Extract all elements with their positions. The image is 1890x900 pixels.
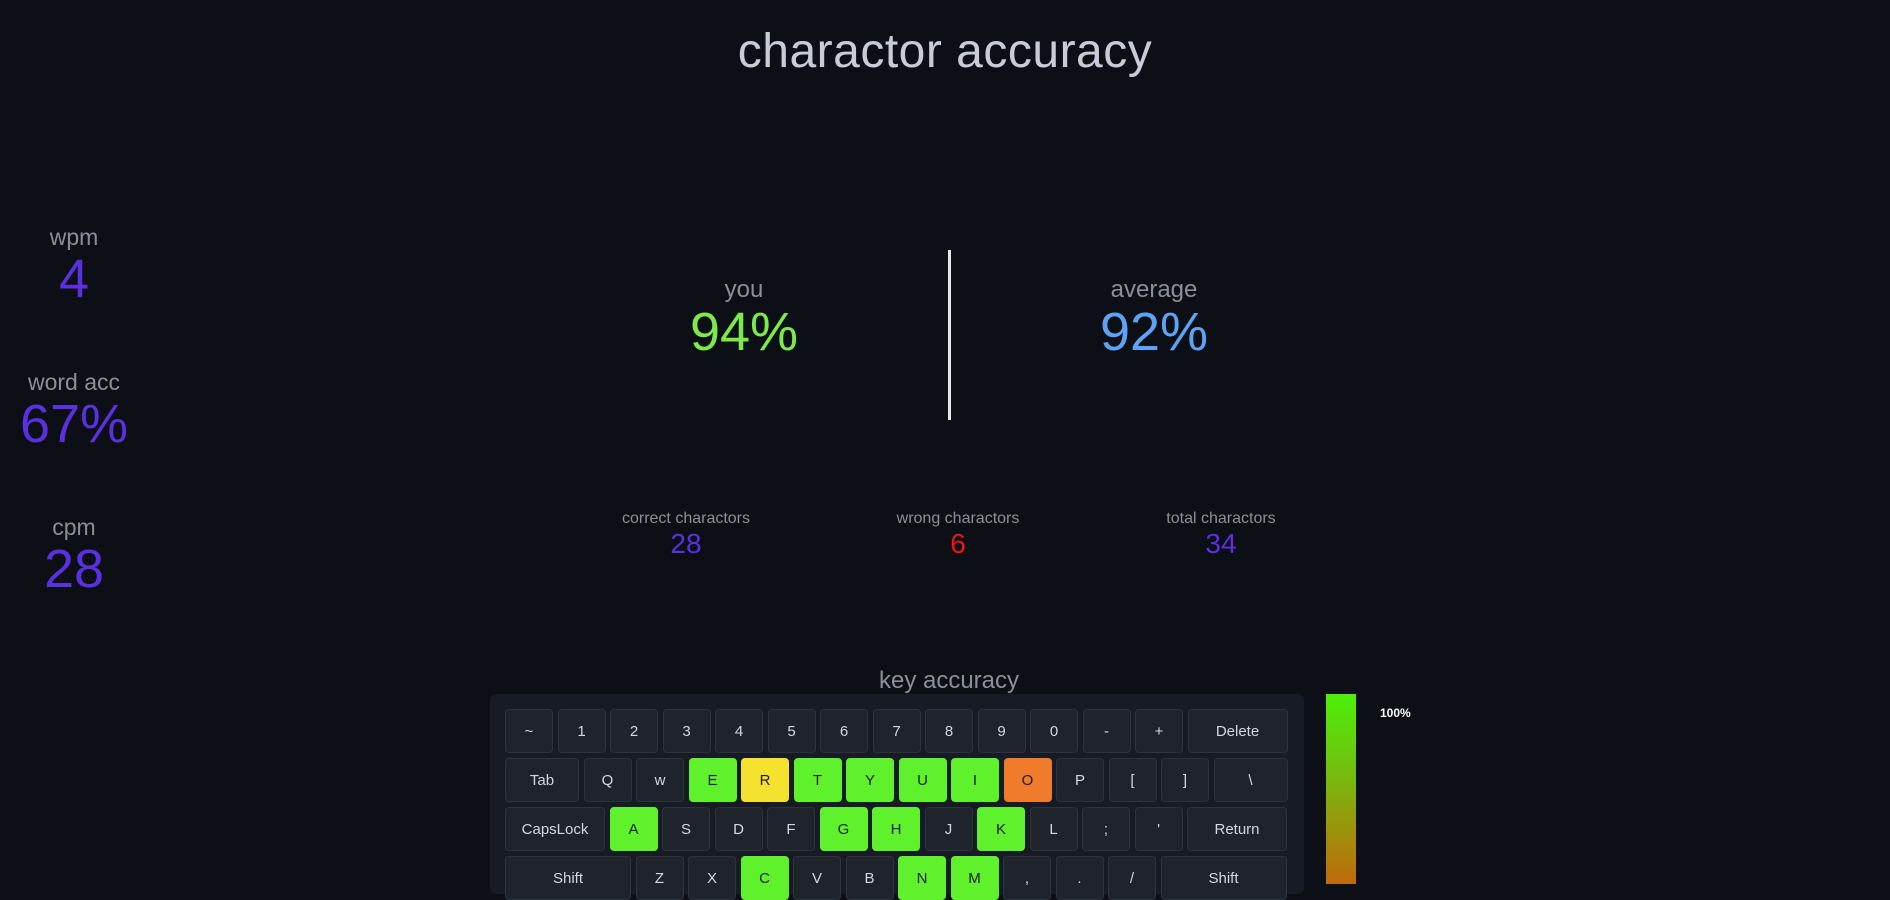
key-1-7: U	[898, 758, 947, 802]
cpm-stat: cpm 28	[0, 514, 148, 598]
wrong-value: 6	[950, 528, 966, 559]
key-0-0: ~	[505, 709, 553, 753]
key-0-7: 7	[872, 709, 921, 753]
key-3-10: /	[1108, 856, 1156, 900]
key-0-1: 1	[557, 709, 606, 753]
key-3-8: ,	[1003, 856, 1051, 900]
keyboard-heatmap: ~1 2 3 4 5 6 7 8 9 0- + Delete Tab Qw E R T Y U I O P[] \ CapsL…	[490, 694, 1304, 900]
word-acc-stat: word acc 67%	[0, 369, 148, 453]
key-2-2: S	[662, 807, 710, 851]
key-0-12: +	[1135, 709, 1183, 753]
your-accuracy: you 94%	[614, 276, 874, 361]
key-accuracy-title: key accuracy	[878, 667, 1020, 694]
key-2-0: CapsLock	[505, 807, 605, 851]
key-3-7: M	[950, 856, 999, 900]
key-0-5: 5	[767, 709, 816, 753]
correct-count: correct charactors 28	[576, 510, 796, 560]
key-3-2: X	[688, 856, 736, 900]
word-acc-label: word acc	[27, 369, 121, 395]
key-1-4: R	[741, 758, 789, 802]
key-1-8: I	[951, 758, 999, 802]
cpm-label: cpm	[52, 514, 96, 540]
wrong-label: wrong charactors	[896, 510, 1020, 527]
correct-value: 28	[670, 528, 702, 559]
key-0-11: -	[1082, 709, 1131, 753]
wrong-count: wrong charactors 6	[848, 510, 1068, 560]
correct-label: correct charactors	[621, 510, 751, 527]
key-0-4: 4	[715, 709, 763, 753]
wpm-value: 4	[58, 249, 90, 309]
average-accuracy: average 92%	[1024, 276, 1284, 361]
key-2-12: Return	[1187, 807, 1287, 851]
scale-max-label: 100%	[1380, 706, 1411, 720]
accuracy-color-scale	[1326, 694, 1356, 884]
key-1-9: O	[1003, 758, 1052, 802]
key-1-0: Tab	[505, 758, 579, 802]
key-0-9: 9	[977, 709, 1026, 753]
page-title: charactor accuracy	[737, 25, 1153, 78]
key-1-12: ]	[1161, 758, 1209, 802]
key-3-5: B	[845, 856, 894, 900]
key-1-3: E	[688, 758, 737, 802]
key-2-8: K	[977, 807, 1025, 851]
wpm-label: wpm	[49, 224, 99, 250]
you-value: 94%	[689, 302, 799, 362]
key-0-6: 6	[820, 709, 868, 753]
key-3-9: .	[1055, 856, 1104, 900]
key-2-1: A	[609, 807, 658, 851]
key-2-4: F	[767, 807, 815, 851]
key-2-6: H	[872, 807, 920, 851]
key-2-11: '	[1134, 807, 1183, 851]
key-0-13: Delete	[1187, 709, 1288, 753]
wpm-stat: wpm 4	[0, 224, 148, 308]
key-2-9: L	[1029, 807, 1078, 851]
key-2-5: G	[819, 807, 868, 851]
cpm-value: 28	[43, 539, 105, 599]
average-label: average	[1110, 276, 1198, 303]
key-0-8: 8	[925, 709, 973, 753]
key-2-10: ;	[1082, 807, 1130, 851]
key-0-2: 2	[610, 709, 658, 753]
total-label: total charactors	[1166, 510, 1276, 527]
key-3-3: C	[740, 856, 789, 900]
key-1-2: w	[636, 758, 684, 802]
key-3-4: V	[793, 856, 841, 900]
you-label: you	[724, 276, 764, 303]
key-1-1: Q	[583, 758, 632, 802]
key-0-3: 3	[662, 709, 711, 753]
key-3-6: N	[898, 856, 946, 900]
key-3-11: Shift	[1160, 856, 1287, 900]
key-1-6: Y	[846, 758, 894, 802]
key-1-13: \	[1213, 758, 1288, 802]
key-1-10: P	[1056, 758, 1104, 802]
key-0-10: 0	[1030, 709, 1078, 753]
total-value: 34	[1205, 528, 1237, 559]
total-count: total charactors 34	[1111, 510, 1331, 560]
key-3-0: Shift	[505, 856, 631, 900]
key-1-11: [	[1108, 758, 1157, 802]
accuracy-divider	[948, 250, 951, 420]
key-3-1: Z	[635, 856, 684, 900]
key-2-3: D	[714, 807, 763, 851]
key-1-5: T	[793, 758, 842, 802]
word-acc-value: 67%	[19, 394, 129, 454]
average-value: 92%	[1099, 302, 1209, 362]
key-2-7: J	[924, 807, 973, 851]
